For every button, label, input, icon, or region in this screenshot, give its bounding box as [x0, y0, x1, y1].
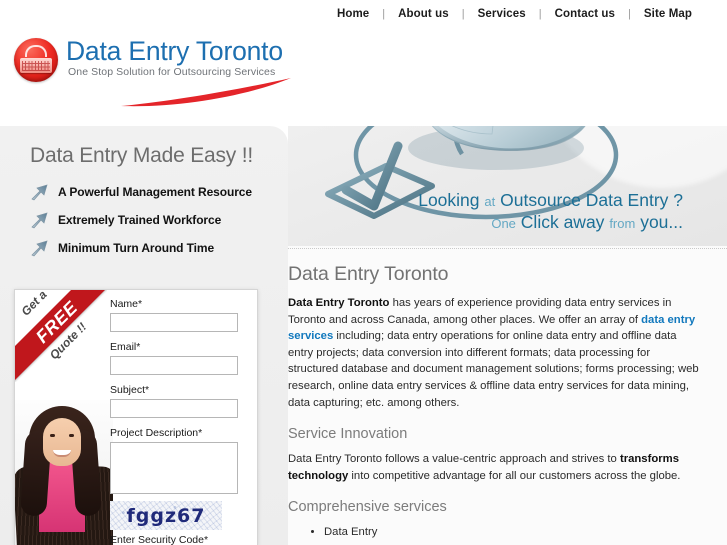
captcha-code: fggz67 [126, 504, 206, 527]
services-list: Data Entry Large Volume Data Processing … [288, 523, 703, 545]
site-header: Data Entry Toronto One Stop Solution for… [0, 28, 727, 126]
quote-request-form: Get a FREE Quote !! Name* Email* Subject… [14, 289, 258, 545]
arrow-up-right-icon [30, 211, 50, 229]
nav-item-contact-us[interactable]: Contact us [542, 8, 628, 20]
intro-lead: Data Entry Toronto [288, 297, 390, 309]
site-logo[interactable]: Data Entry Toronto One Stop Solution for… [14, 34, 294, 114]
nav-item-home[interactable]: Home [324, 8, 382, 20]
email-label: Email* [110, 341, 141, 353]
ribbon-line-2: FREE [31, 297, 82, 347]
top-navigation: Home | About us | Services | Contact us … [0, 0, 727, 28]
section-title-service-innovation: Service Innovation [288, 426, 408, 443]
main-content: Data Entry Toronto Data Entry Toronto ha… [288, 246, 727, 545]
ribbon-line-3: Quote !! [46, 319, 90, 363]
free-quote-ribbon: Get a FREE Quote !! [15, 290, 107, 382]
feature-label: Extremely Trained Workforce [58, 212, 222, 227]
name-field[interactable] [110, 313, 238, 332]
feature-item: Extremely Trained Workforce [30, 206, 252, 233]
intro-text-after-link: including; data entry operations for onl… [288, 330, 699, 409]
page-root: Home | About us | Services | Contact us … [0, 0, 727, 545]
businesswoman-photo [15, 400, 113, 545]
subject-label: Subject* [110, 384, 150, 396]
innovation-text-after-bold: into competitive advantage for all our c… [348, 469, 681, 482]
hero-line-2: One Click away from you... [288, 212, 683, 233]
name-label: Name* [110, 298, 143, 310]
hero-phrase-outsource: Outsource Data Entry ? [500, 190, 683, 210]
arrow-up-right-icon [30, 183, 50, 201]
logo-title: Data Entry Toronto [66, 36, 283, 66]
subject-field[interactable] [110, 399, 238, 418]
page-title: Data Entry Toronto [288, 263, 449, 285]
feature-item: Minimum Turn Around Time [30, 234, 252, 261]
ribbon-line-1: Get a [18, 290, 50, 319]
project-description-field[interactable] [110, 442, 238, 494]
hero-line-1: Looking at Outsource Data Entry ? [288, 190, 683, 211]
captcha-image: fggz67 [110, 501, 222, 530]
swoosh-decoration [121, 78, 291, 107]
hero-word-from: from [609, 215, 636, 231]
intro-paragraph: Data Entry Toronto has years of experien… [288, 295, 703, 411]
hero-word-one: One [491, 215, 516, 231]
keyboard-icon [14, 38, 58, 82]
innovation-text-before-bold: Data Entry Toronto follows a value-centr… [288, 453, 620, 466]
feature-label: Minimum Turn Around Time [58, 240, 215, 255]
project-description-label: Project Description* [110, 427, 203, 439]
left-sidebar: Data Entry Made Easy !! A Powerful Manag… [0, 126, 288, 545]
nav-item-site-map[interactable]: Site Map [631, 8, 705, 20]
nav-item-about-us[interactable]: About us [385, 8, 462, 20]
service-innovation-paragraph: Data Entry Toronto follows a value-centr… [288, 451, 703, 484]
feature-item: A Powerful Management Resource [30, 178, 252, 205]
email-field[interactable] [110, 356, 238, 375]
form-fields: Name* Email* Subject* Project Descriptio… [110, 298, 255, 545]
security-code-label: Enter Security Code* [110, 534, 209, 545]
nav-item-services[interactable]: Services [465, 8, 539, 20]
hero-word-looking: Looking [418, 190, 480, 210]
hero-word-you: you... [640, 211, 683, 232]
list-item: Data Entry [324, 523, 703, 541]
sidebar-heading: Data Entry Made Easy !! [30, 144, 253, 167]
arrow-up-right-icon [30, 239, 50, 257]
feature-list: A Powerful Management Resource Extremely… [30, 178, 252, 262]
section-title-comprehensive-services: Comprehensive services [288, 499, 447, 516]
hero-tagline: Looking at Outsource Data Entry ? One Cl… [288, 190, 727, 232]
logo-tagline: One Stop Solution for Outsourcing Servic… [68, 66, 276, 78]
hero-phrase-click-away: Click away [520, 211, 605, 232]
hero-word-at: at [484, 194, 496, 209]
feature-label: A Powerful Management Resource [58, 184, 252, 199]
